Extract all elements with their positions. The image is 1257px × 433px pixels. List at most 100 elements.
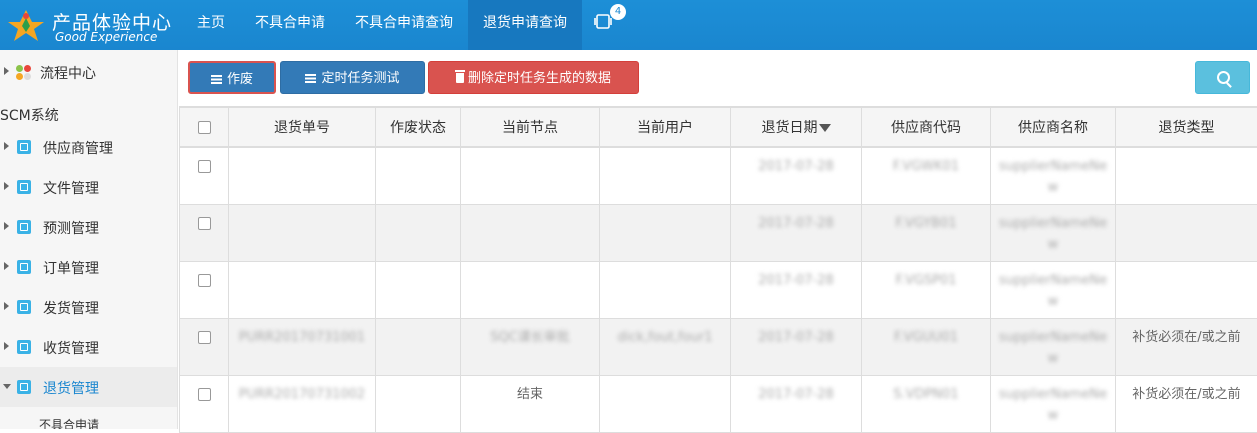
node-cell: SQC课长审批 xyxy=(461,319,599,348)
column-header[interactable]: 退货类型 xyxy=(1116,107,1257,147)
column-header-sorted[interactable]: 退货日期 xyxy=(731,107,862,147)
user-cell: dick,fout,four1 xyxy=(600,319,730,348)
row-checkbox[interactable] xyxy=(198,388,211,401)
sidebar-item-receiving[interactable]: 收货管理 xyxy=(0,327,177,367)
order-no-cell: PURR20170731001 xyxy=(229,319,375,348)
node-cell xyxy=(461,262,599,270)
void-status-cell xyxy=(376,319,460,327)
cube-icon xyxy=(17,220,31,234)
date-cell: 2017-07-28 xyxy=(731,319,861,348)
user-cell xyxy=(600,205,730,213)
void-status-cell xyxy=(376,376,460,384)
brand[interactable]: 产品体验中心 Good Experience xyxy=(0,0,178,50)
row-checkbox[interactable] xyxy=(198,160,211,173)
select-all-checkbox[interactable] xyxy=(198,121,211,134)
logo-icon xyxy=(6,8,46,42)
row-checkbox[interactable] xyxy=(198,217,211,230)
user-cell xyxy=(600,262,730,270)
sidebar-item-label: 订单管理 xyxy=(43,258,99,278)
supplier-code-cell: F.VGWK01 xyxy=(862,148,990,177)
column-header-label: 退货日期 xyxy=(762,120,818,136)
order-no-cell xyxy=(229,148,375,156)
sidebar-item-label: 预测管理 xyxy=(43,218,99,238)
cube-icon xyxy=(17,180,31,194)
cube-icon xyxy=(17,300,31,314)
column-header[interactable]: 当前节点 xyxy=(461,107,600,147)
caret-right-icon xyxy=(4,342,9,350)
return-type-cell xyxy=(1116,205,1257,213)
search-button[interactable] xyxy=(1195,61,1250,94)
column-header[interactable]: 作废状态 xyxy=(376,107,461,147)
cube-icon xyxy=(17,260,31,274)
sidebar-item-flow-center[interactable]: 流程中心 xyxy=(0,52,177,92)
order-no-cell xyxy=(229,262,375,270)
sidebar-item-returns[interactable]: 退货管理 xyxy=(0,367,177,407)
sidebar-item-supplier[interactable]: 供应商管理 xyxy=(0,127,177,167)
top-navbar: 产品体验中心 Good Experience 主页 不具合申请 不具合申请查询 … xyxy=(0,0,1257,50)
scheduled-task-test-label: 定时任务测试 xyxy=(321,71,399,86)
supplier-code-cell: F.VGYB01 xyxy=(862,205,990,234)
return-type-cell: 补货必须在/或之前 xyxy=(1116,376,1257,405)
nav-return-query[interactable]: 退货申请查询 xyxy=(468,0,582,50)
sidebar-section-title[interactable]: SCM系统 xyxy=(0,105,59,125)
void-status-cell xyxy=(376,262,460,270)
column-header[interactable]: 退货单号 xyxy=(229,107,376,147)
user-cell xyxy=(600,376,730,384)
supplier-code-cell: F.VGSP01 xyxy=(862,262,990,291)
column-header[interactable]: 供应商代码 xyxy=(862,107,991,147)
column-header[interactable]: 供应商名称 xyxy=(991,107,1116,147)
supplier-name-cell: supplierNameNew xyxy=(991,205,1115,255)
table-row[interactable]: 2017-07-28 F.VGSP01 supplierNameNew xyxy=(180,262,1257,319)
sort-desc-icon xyxy=(819,124,831,132)
delete-task-data-button[interactable]: 删除定时任务生成的数据 xyxy=(428,61,639,94)
node-cell xyxy=(461,205,599,213)
scheduled-task-test-button[interactable]: 定时任务测试 xyxy=(280,61,425,94)
cube-icon xyxy=(17,140,31,154)
table-row[interactable]: PURR20170731001 SQC课长审批 dick,fout,four1 … xyxy=(180,319,1257,376)
message-icon xyxy=(594,13,612,29)
sidebar-item-label: 发货管理 xyxy=(43,298,99,318)
date-cell: 2017-07-28 xyxy=(731,205,861,234)
supplier-code-cell: S.VDPN01 xyxy=(862,376,990,405)
sidebar-item-label: 流程中心 xyxy=(40,63,96,83)
caret-right-icon xyxy=(4,67,9,75)
caret-right-icon xyxy=(4,182,9,190)
sidebar-item-label: 退货管理 xyxy=(43,378,99,398)
void-status-cell xyxy=(376,205,460,213)
supplier-name-cell: supplierNameNew xyxy=(991,148,1115,198)
order-no-cell xyxy=(229,205,375,213)
sidebar-item-label: 收货管理 xyxy=(43,338,99,358)
sidebar-item-shipping[interactable]: 发货管理 xyxy=(0,287,177,327)
list-icon xyxy=(305,74,316,83)
void-button-label: 作废 xyxy=(227,72,253,87)
column-header[interactable]: 当前用户 xyxy=(600,107,731,147)
sidebar: 流程中心 SCM系统 供应商管理 文件管理 预测管理 订单管理 发货管理 收货管… xyxy=(0,50,178,429)
sidebar-item-orders[interactable]: 订单管理 xyxy=(0,247,177,287)
caret-down-icon xyxy=(3,384,11,389)
row-checkbox[interactable] xyxy=(198,274,211,287)
nav-defect-apply[interactable]: 不具合申请 xyxy=(240,0,340,50)
caret-right-icon xyxy=(4,222,9,230)
supplier-name-cell: supplierNameNew xyxy=(991,262,1115,312)
void-button[interactable]: 作废 xyxy=(188,61,276,94)
sidebar-item-label: 供应商管理 xyxy=(43,138,113,158)
nav-defect-query[interactable]: 不具合申请查询 xyxy=(340,0,468,50)
return-type-cell xyxy=(1116,262,1257,270)
node-cell xyxy=(461,148,599,156)
row-checkbox[interactable] xyxy=(198,331,211,344)
user-cell xyxy=(600,148,730,156)
delete-task-data-label: 删除定时任务生成的数据 xyxy=(468,71,611,86)
messages-button[interactable]: 4 xyxy=(582,0,630,50)
table-row[interactable]: 2017-07-28 F.VGWK01 supplierNameNew xyxy=(180,147,1257,205)
date-cell: 2017-07-28 xyxy=(731,376,861,405)
sidebar-item-files[interactable]: 文件管理 xyxy=(0,167,177,207)
caret-right-icon xyxy=(4,262,9,270)
table-row[interactable]: 2017-07-28 F.VGYB01 supplierNameNew xyxy=(180,205,1257,262)
nav-home[interactable]: 主页 xyxy=(182,0,240,50)
sidebar-item-forecast[interactable]: 预测管理 xyxy=(0,207,177,247)
date-cell: 2017-07-28 xyxy=(731,262,861,291)
sidebar-subitem-defect-apply[interactable]: 不具合申请 xyxy=(39,416,99,429)
table-row[interactable]: PURR20170731002 结束 2017-07-28 S.VDPN01 s… xyxy=(180,376,1257,433)
return-type-cell xyxy=(1116,148,1257,156)
order-no-cell: PURR20170731002 xyxy=(229,376,375,405)
